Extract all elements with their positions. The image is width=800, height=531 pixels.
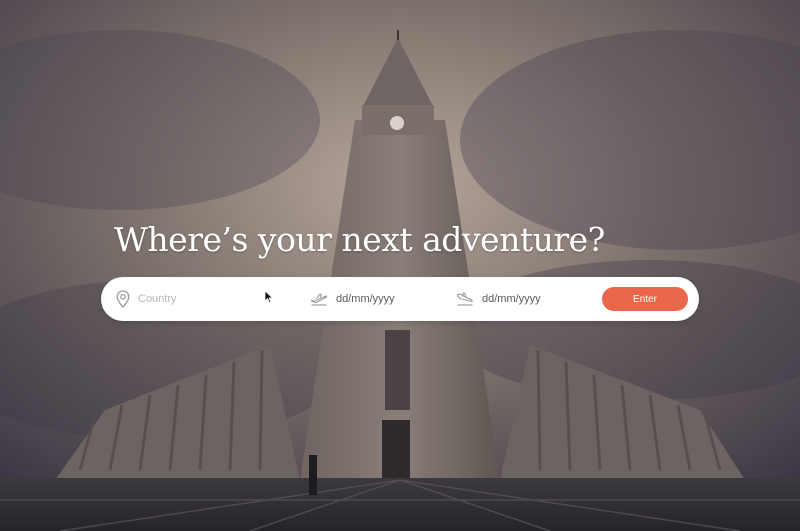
mouse-cursor-icon [264,290,274,304]
search-bar: Enter [101,277,699,321]
return-date-input[interactable] [482,293,572,305]
return-date-field[interactable] [456,277,596,321]
background-photo-church [0,0,800,531]
plane-landing-icon [456,292,474,306]
location-pin-icon [116,290,130,308]
hero-section: Where’s your next adventure? Country dd/… [0,0,800,531]
hero-headline: Where’s your next adventure? [114,220,605,259]
departure-date-field[interactable] [310,277,450,321]
departure-date-input[interactable] [336,293,426,305]
plane-takeoff-icon [310,292,328,306]
country-input[interactable] [138,293,268,305]
enter-button[interactable]: Enter [602,287,688,311]
